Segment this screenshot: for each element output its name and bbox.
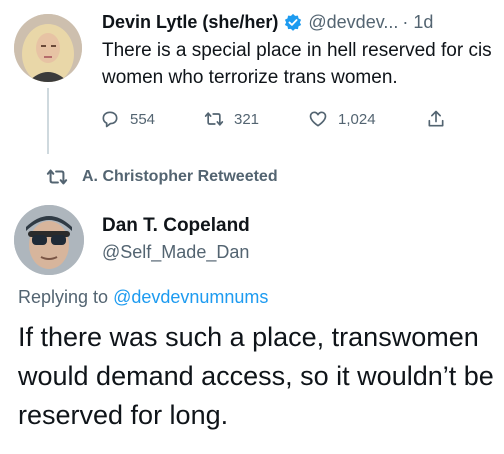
heart-icon xyxy=(309,111,327,127)
tweet-header: Devin Lytle (she/her) @devdev... · 1d xyxy=(102,10,433,34)
retweeted-by-label: A. Christopher Retweeted xyxy=(82,168,278,185)
reply-icon xyxy=(102,111,118,128)
avatar[interactable] xyxy=(14,14,82,82)
retweet-count: 321 xyxy=(234,110,260,128)
tweet-text: There is a special place in hell reserve… xyxy=(102,40,492,88)
thread-line xyxy=(47,88,49,154)
reply-count: 554 xyxy=(130,110,156,128)
author-name[interactable]: Devin Lytle (she/her) xyxy=(102,10,278,34)
replying-to-prefix: Replying to xyxy=(18,287,114,307)
author-name[interactable]: Dan T. Copeland xyxy=(102,214,250,238)
like-count: 1,024 xyxy=(338,110,376,128)
avatar[interactable] xyxy=(14,205,84,275)
replying-to-line: Replying to @devdevnumnums xyxy=(18,285,268,309)
tweet-actions: 554 321 1,024 xyxy=(100,106,456,132)
tweet-timestamp[interactable]: · 1d xyxy=(402,10,433,34)
reply-button[interactable]: 554 xyxy=(100,109,204,129)
share-button[interactable] xyxy=(426,109,456,129)
like-button[interactable]: 1,024 xyxy=(308,109,426,129)
retweet-icon xyxy=(204,112,224,126)
retweet-button[interactable]: 321 xyxy=(204,109,308,129)
retweeted-by-banner[interactable]: A. Christopher Retweeted xyxy=(46,166,278,188)
share-icon xyxy=(428,110,444,127)
author-handle[interactable]: @Self_Made_Dan xyxy=(102,240,249,264)
verified-badge-icon xyxy=(285,13,302,31)
tweet-text: If there was such a place, transwomen wo… xyxy=(18,322,494,430)
avatar-photo xyxy=(14,14,82,82)
retweet-icon xyxy=(46,169,68,185)
avatar-photo xyxy=(14,205,84,275)
author-handle[interactable]: @devdev... xyxy=(308,10,398,34)
replying-to-mention-link[interactable]: @devdevnumnums xyxy=(113,287,268,307)
